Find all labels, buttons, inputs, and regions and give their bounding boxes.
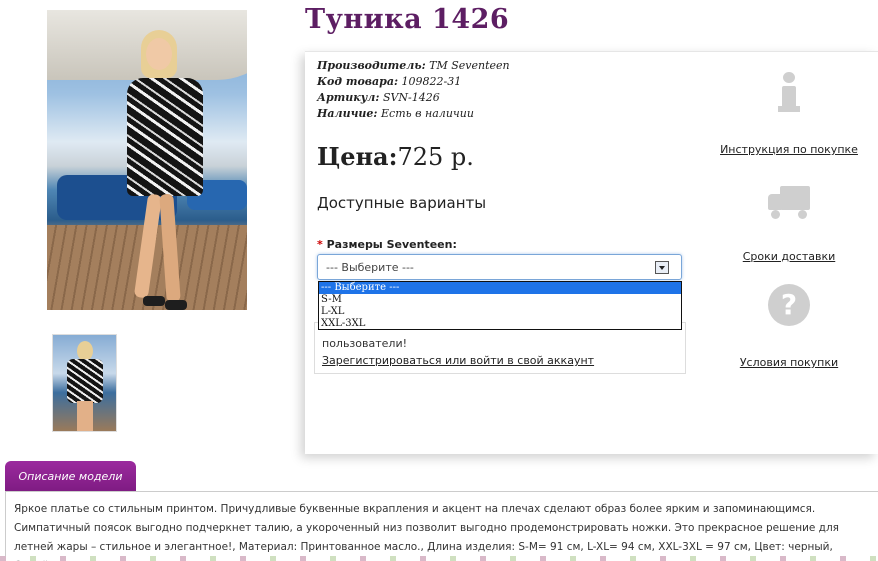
thumb-hair <box>77 341 93 361</box>
tab-description[interactable]: Описание модели <box>5 461 136 492</box>
model-shoe-left <box>143 296 165 306</box>
question-icon-glyph: ? <box>768 284 810 326</box>
size-option[interactable]: --- Выберите --- <box>319 282 681 294</box>
meta-value: SVN-1426 <box>382 91 440 104</box>
meta-value: Есть в наличии <box>381 107 474 120</box>
meta-value: 109822-31 <box>401 75 462 88</box>
size-dropdown-list: --- Выберите --- S-M L-XL XXL-3XL <box>318 281 682 330</box>
size-option[interactable]: L-XL <box>319 306 681 318</box>
info-icon-dot <box>783 72 795 83</box>
truck-icon-wheel <box>798 210 807 219</box>
chevron-down-icon[interactable] <box>655 261 669 274</box>
login-message: пользователи! <box>322 337 408 350</box>
side-link-instructions[interactable]: Инструкция по покупке <box>714 70 864 156</box>
variants-heading: Доступные варианты <box>317 194 487 212</box>
price-label: Цена: <box>317 142 398 171</box>
required-mark: * <box>317 238 323 251</box>
model-dress <box>127 78 203 196</box>
side-link-delivery[interactable]: Сроки доставки <box>714 180 864 263</box>
main-product-photo[interactable] <box>47 10 247 310</box>
question-icon: ? <box>766 282 812 328</box>
side-link-label[interactable]: Инструкция по покупке <box>714 143 864 156</box>
product-meta: Производитель: TM Seventeen Код товара: … <box>317 58 510 122</box>
product-thumbnail[interactable] <box>52 334 117 432</box>
register-login-link[interactable]: Зарегистрироваться или войти в свой акка… <box>322 354 594 367</box>
photo-model <box>125 30 205 310</box>
meta-availability: Наличие: Есть в наличии <box>317 106 510 122</box>
footer-decoration <box>0 556 878 561</box>
size-select[interactable]: --- Выберите --- <box>317 254 682 280</box>
size-option[interactable]: XXL-3XL <box>319 318 681 330</box>
meta-value: TM Seventeen <box>429 59 510 72</box>
meta-label: Артикул: <box>317 91 380 104</box>
meta-article: Артикул: SVN-1426 <box>317 90 510 106</box>
side-link-terms[interactable]: ? Условия покупки <box>714 282 864 369</box>
meta-label: Наличие: <box>317 107 378 120</box>
description-panel: Яркое платье со стильным принтом. Причуд… <box>5 491 878 561</box>
size-option[interactable]: S-M <box>319 294 681 306</box>
truck-icon-box <box>780 186 810 210</box>
truck-icon-wheel <box>771 210 780 219</box>
info-icon-base <box>778 106 800 112</box>
model-shoe-right <box>165 300 187 310</box>
product-price: Цена:725 р. <box>317 142 474 171</box>
description-text: Яркое платье со стильным принтом. Причуд… <box>14 503 839 561</box>
meta-label: Код товара: <box>317 75 399 88</box>
product-info-box: Производитель: TM Seventeen Код товара: … <box>305 51 878 454</box>
truck-icon-cab <box>768 194 781 210</box>
model-face <box>146 38 172 70</box>
side-link-label[interactable]: Сроки доставки <box>714 250 864 263</box>
side-link-label[interactable]: Условия покупки <box>714 356 864 369</box>
product-title: Туника 1426 <box>305 4 510 35</box>
model-leg-left <box>133 193 163 299</box>
size-label: * Размеры Seventeen: <box>317 238 457 251</box>
thumb-dress <box>67 359 103 403</box>
model-leg-right <box>159 193 181 303</box>
meta-manufacturer: Производитель: TM Seventeen <box>317 58 510 74</box>
product-page: Туника 1426 Производитель: TM Seventeen … <box>0 0 878 561</box>
meta-label: Производитель: <box>317 59 426 72</box>
info-icon <box>766 70 812 116</box>
price-value: 725 р. <box>397 143 474 171</box>
size-label-text: Размеры Seventeen: <box>326 238 457 251</box>
thumb-legs <box>77 401 93 431</box>
truck-icon <box>766 180 812 226</box>
size-select-value: --- Выберите --- <box>326 261 414 274</box>
meta-product-code: Код товара: 109822-31 <box>317 74 510 90</box>
